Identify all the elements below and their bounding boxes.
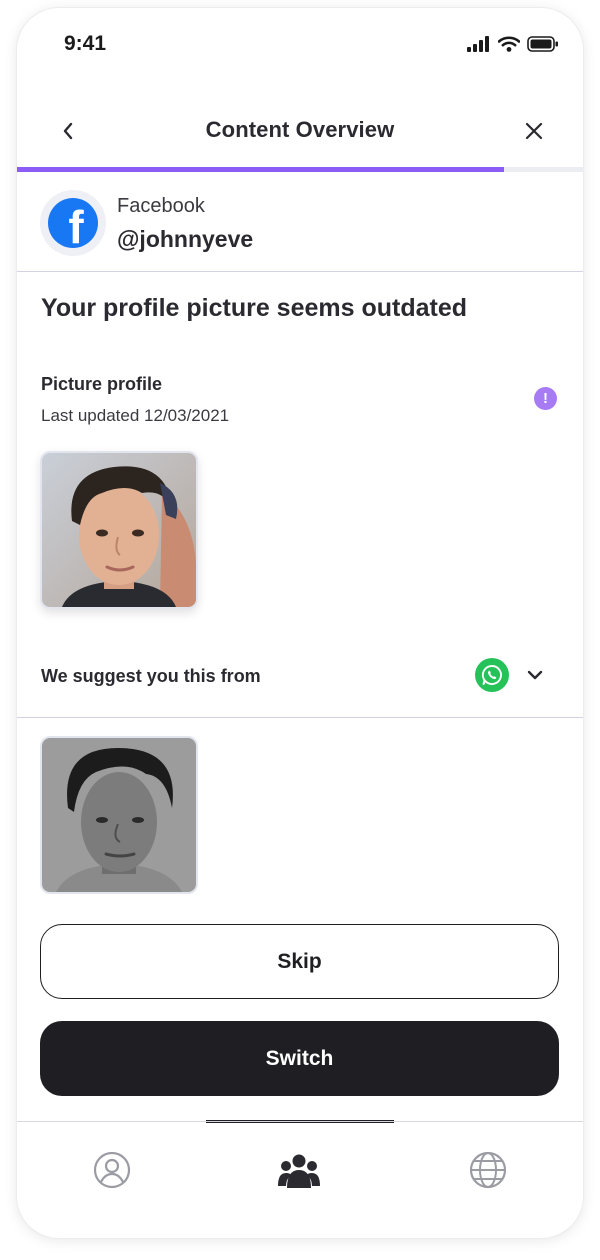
headline: Your profile picture seems outdated — [41, 294, 468, 322]
close-button[interactable] — [519, 116, 549, 146]
suggestion-label: We suggest you this from — [41, 666, 261, 686]
community-icon — [278, 1154, 320, 1188]
profile-icon — [93, 1151, 131, 1189]
status-time: 9:41 — [64, 32, 107, 55]
account-handle: @johnnyeve — [117, 226, 254, 252]
tab-globe[interactable] — [467, 1149, 509, 1191]
tab-profile[interactable] — [91, 1149, 133, 1191]
cellular-signal-icon — [467, 36, 489, 52]
switch-button[interactable]: Switch — [40, 1021, 559, 1096]
portrait-image-grayscale — [42, 738, 196, 892]
bottom-tab-bar — [17, 1121, 583, 1238]
globe-icon — [469, 1151, 507, 1189]
skip-button[interactable]: Skip — [40, 924, 559, 999]
account-card: f Facebook @johnnyeve — [17, 172, 583, 272]
portrait-image — [42, 453, 196, 607]
header: Content Overview — [17, 104, 583, 162]
current-picture-label: Picture profile — [41, 374, 163, 394]
account-platform: Facebook — [117, 195, 205, 217]
whatsapp-glyph — [481, 665, 502, 685]
wifi-icon — [498, 36, 520, 52]
facebook-icon: f — [48, 198, 98, 248]
whatsapp-icon[interactable] — [475, 658, 509, 692]
close-icon — [525, 122, 543, 140]
current-profile-photo — [40, 451, 198, 609]
page-title: Content Overview — [205, 117, 395, 142]
battery-icon — [527, 36, 558, 52]
suggested-profile-photo[interactable] — [40, 736, 198, 894]
facebook-logo: f — [40, 190, 106, 256]
alert-icon[interactable]: ! — [534, 387, 557, 410]
status-icons — [467, 36, 559, 52]
suggestion-row[interactable]: We suggest you this from — [17, 646, 583, 718]
chevron-down-icon[interactable] — [523, 663, 547, 687]
tab-community[interactable] — [278, 1149, 320, 1191]
last-updated-text: Last updated 12/03/2021 — [41, 406, 230, 425]
phone-screen: 9:41 Content Overview f Facebook @johnny… — [17, 8, 583, 1238]
